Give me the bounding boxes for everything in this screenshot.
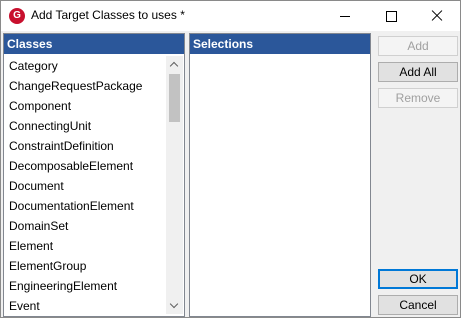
list-item[interactable]: ChangeRequestPackage	[4, 76, 165, 96]
scroll-down-icon[interactable]	[166, 297, 183, 314]
list-item[interactable]: ConstraintDefinition	[4, 136, 165, 156]
selections-panel: Selections	[189, 33, 371, 317]
list-item[interactable]: ConnectingUnit	[4, 116, 165, 136]
list-item[interactable]: Component	[4, 96, 165, 116]
list-item[interactable]: Element	[4, 236, 165, 256]
remove-button[interactable]: Remove	[378, 88, 458, 108]
ok-button[interactable]: OK	[378, 269, 458, 289]
list-item[interactable]: DecomposableElement	[4, 156, 165, 176]
close-button[interactable]	[414, 1, 460, 31]
maximize-button[interactable]	[368, 1, 414, 31]
list-item[interactable]: DomainSet	[4, 216, 165, 236]
minimize-button[interactable]	[322, 1, 368, 31]
window-title: Add Target Classes to uses *	[31, 8, 185, 22]
list-item[interactable]: ElementGroup	[4, 256, 165, 276]
cancel-button[interactable]: Cancel	[378, 295, 458, 315]
classes-list[interactable]: Category ChangeRequestPackage Component …	[4, 56, 165, 314]
selections-header: Selections	[190, 34, 370, 54]
list-item[interactable]: Category	[4, 56, 165, 76]
scroll-thumb[interactable]	[169, 74, 180, 122]
scroll-up-icon[interactable]	[166, 56, 183, 73]
list-item[interactable]: Event	[4, 296, 165, 314]
classes-header: Classes	[4, 34, 184, 54]
list-item[interactable]: EngineeringElement	[4, 276, 165, 296]
add-button[interactable]: Add	[378, 36, 458, 56]
classes-panel: Classes Category ChangeRequestPackage Co…	[3, 33, 185, 317]
selections-list[interactable]	[190, 56, 351, 314]
list-item[interactable]: DocumentationElement	[4, 196, 165, 216]
classes-scrollbar[interactable]	[166, 56, 183, 314]
add-all-button[interactable]: Add All	[378, 62, 458, 82]
dialog-window: G Add Target Classes to uses * Classes C…	[0, 0, 461, 318]
app-icon-letter: G	[13, 10, 21, 21]
list-item[interactable]: Document	[4, 176, 165, 196]
title-bar: G Add Target Classes to uses *	[1, 1, 460, 31]
app-icon: G	[9, 8, 25, 24]
